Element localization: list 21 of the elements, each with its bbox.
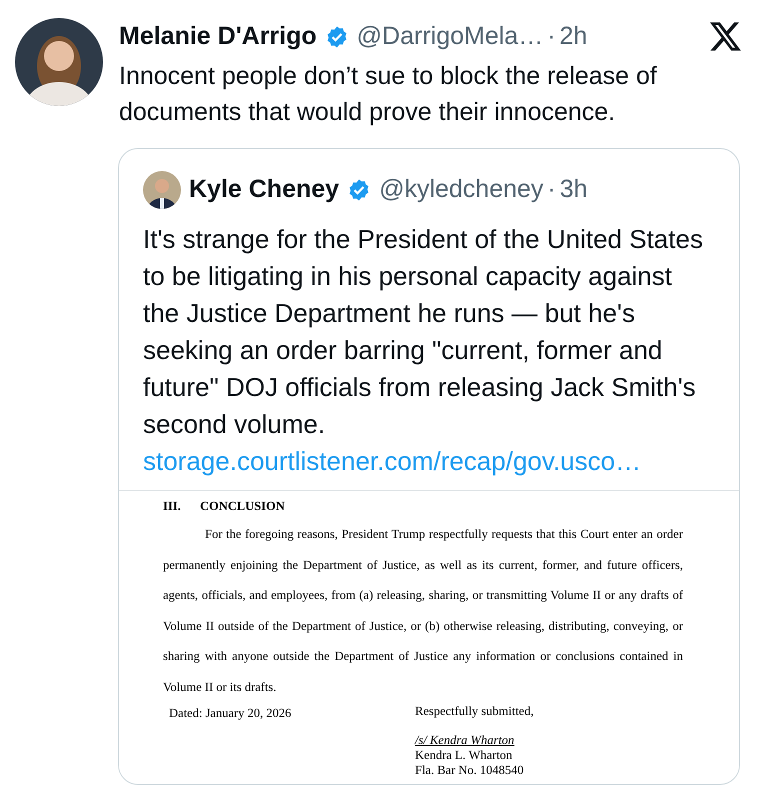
signature: /s/ Kendra Wharton <box>415 733 516 748</box>
author-name[interactable]: Melanie D'Arrigo <box>119 18 317 56</box>
dot-separator: · <box>547 21 556 52</box>
post-time[interactable]: 3h <box>560 170 588 208</box>
signer-name: Kendra L. Wharton <box>415 748 514 764</box>
section-number: III. <box>163 498 182 514</box>
quoted-post-text: It's strange for the President of the United States to be litigating in his personal capacity against the Justice Department he runs — but he's seeking an order barring "current, former and future" DOJ officials from releasing Jack Smith's second volume. <box>143 222 704 440</box>
avatar <box>143 170 181 208</box>
document-paragraph: For the foregoing reasons, President Trump respectfully requests that this Court enter an order permanently enjoining the Department of Justice, as well as its current, former, and future officers, agents, officials, and employees, from (a) releasing, sharing, or transmitting Volume II or any drafts of Volume II outside of the Department of Justice, or (b) otherwise releasing, distributing, conveying, or sharing with anyone outside the Department of Justice any information or conclusions contained in Volume II or its drafts. <box>163 526 683 696</box>
dot-separator: · <box>547 174 556 205</box>
section-title: CONCLUSION <box>200 498 285 514</box>
author-handle[interactable]: @DarrigoMela… <box>356 18 544 56</box>
bar-number: Fla. Bar No. 1048540 <box>415 763 525 778</box>
post-time[interactable]: 2h <box>560 18 588 56</box>
quoted-post-card[interactable] <box>118 148 740 784</box>
author-handle[interactable]: @kyledcheney <box>379 170 544 208</box>
x-logo-icon[interactable] <box>710 22 742 52</box>
post-text: Innocent people don’t sue to block the release of documents that would prove their innocence. <box>119 60 658 128</box>
closing-line: Respectfully submitted, <box>415 704 534 720</box>
date-line: Dated: January 20, 2026 <box>169 705 292 722</box>
author-name[interactable]: Kyle Cheney <box>189 170 340 208</box>
